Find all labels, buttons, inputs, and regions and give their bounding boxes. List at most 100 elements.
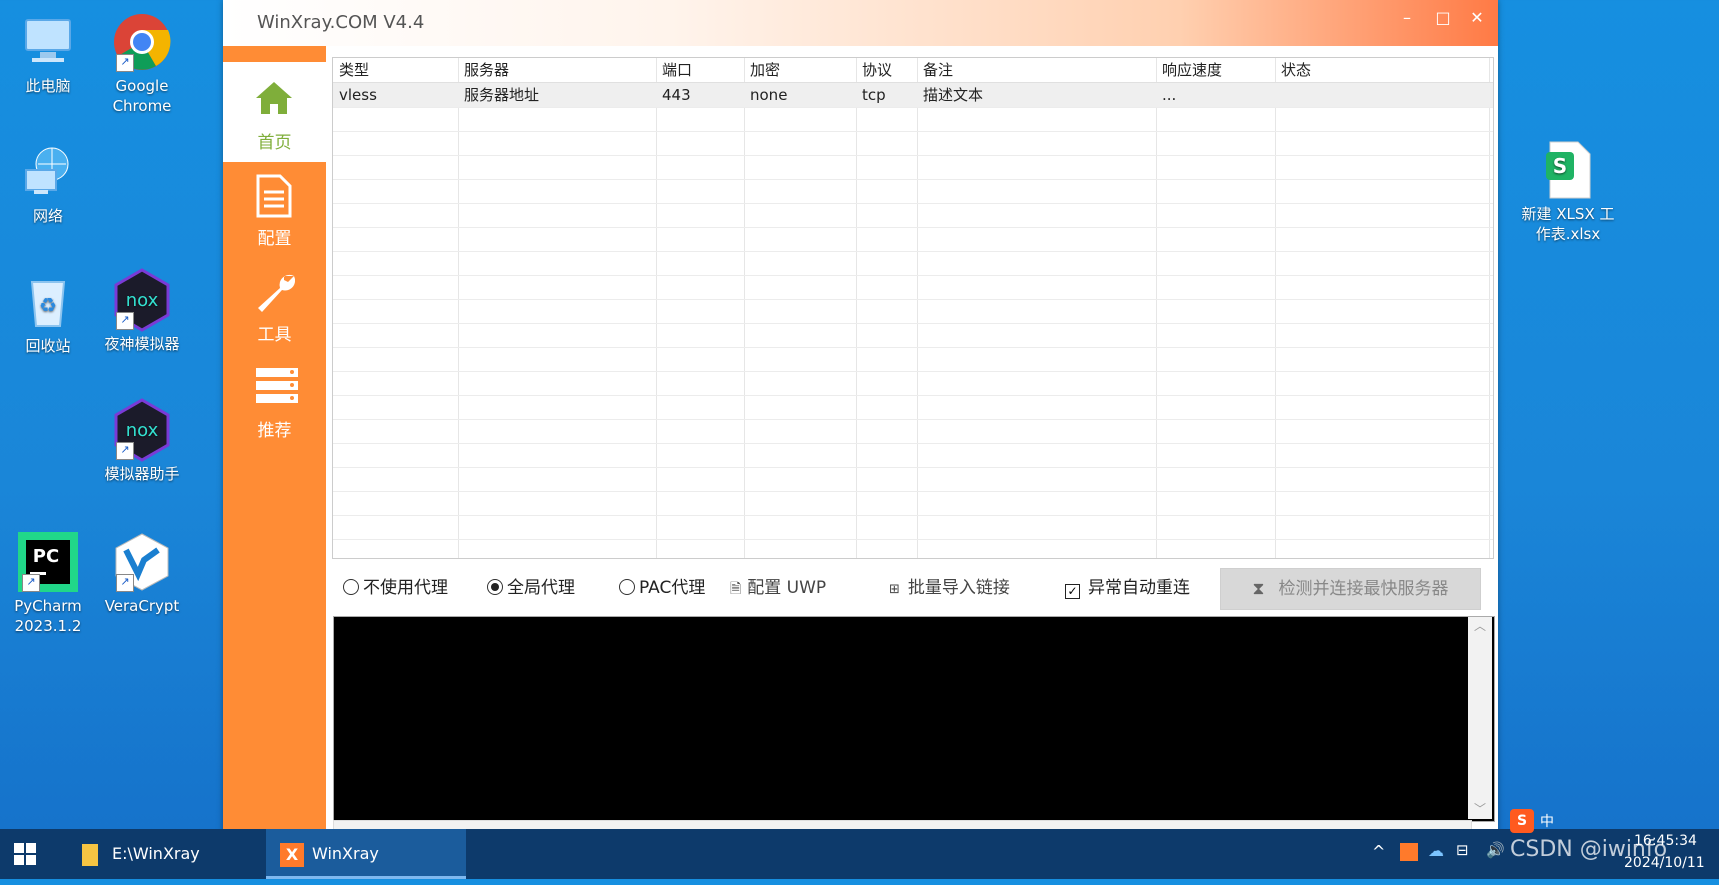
server-table[interactable]: 类型 服务器 端口 加密 协议 备注 响应速度 状态 vless 服务器地址 4…	[332, 57, 1494, 559]
cell-port: 443	[662, 86, 691, 104]
close-button[interactable]: ✕	[1463, 6, 1491, 30]
taskbar-item-explorer[interactable]: E:\WinXray	[70, 829, 272, 879]
svg-text:♻: ♻	[39, 293, 57, 317]
desktop-icon-chrome[interactable]: ↗ Google Chrome	[94, 10, 190, 116]
svg-text:nox: nox	[126, 290, 159, 311]
cell-type: vless	[339, 86, 377, 104]
maximize-button[interactable]: □	[1429, 6, 1457, 30]
start-button[interactable]	[14, 829, 48, 879]
table-row-empty	[333, 155, 1493, 180]
test-fastest-server-button[interactable]: ⧗ 检测并连接最快服务器	[1220, 568, 1481, 610]
taskbar-item-winxray[interactable]: X WinXray	[266, 829, 466, 879]
shortcut-arrow-icon: ↗	[116, 442, 134, 460]
svg-text:nox: nox	[126, 420, 159, 441]
console-vertical-scrollbar[interactable]: ︿ ﹀	[1468, 617, 1492, 819]
desktop-icon-nox[interactable]: nox ↗ 夜神模拟器	[94, 268, 190, 354]
veracrypt-icon: ↗	[110, 530, 174, 594]
radio-no-proxy[interactable]: 不使用代理	[343, 576, 448, 600]
column-header-latency[interactable]: 响应速度	[1156, 58, 1275, 82]
scroll-up-icon[interactable]: ︿	[1468, 617, 1492, 634]
nox-icon: nox ↗	[110, 268, 174, 332]
computer-icon	[16, 10, 80, 74]
desktop-icon-label: 此电脑	[25, 77, 71, 95]
chrome-icon: ↗	[110, 10, 174, 74]
ime-mode-label[interactable]: 中	[1540, 811, 1554, 831]
table-row-empty	[333, 299, 1493, 324]
sidebar-item-recommend[interactable]: 推荐	[223, 350, 326, 450]
desktop-icon-veracrypt[interactable]: ↗ VeraCrypt	[94, 530, 190, 616]
desktop-icon-xlsx[interactable]: S 新建 XLSX 工 作表.xlsx	[1518, 138, 1618, 244]
volume-icon[interactable]: 🔊	[1486, 841, 1505, 859]
folder-icon	[82, 843, 98, 866]
desktop-icon-network[interactable]: 网络	[0, 140, 96, 226]
column-header-type[interactable]: 类型	[333, 58, 458, 82]
onedrive-cloud-icon[interactable]: ☁	[1428, 841, 1444, 860]
network-icon[interactable]: ⊟	[1456, 841, 1469, 859]
shortcut-arrow-icon: ↗	[116, 54, 134, 72]
column-header-remark[interactable]: 备注	[917, 58, 1156, 82]
radio-label: 全局代理	[507, 578, 575, 598]
winxray-tray-icon[interactable]	[1400, 843, 1418, 861]
chevron-up-icon[interactable]: ^	[1372, 842, 1385, 861]
desktop-icon-recycle-bin[interactable]: ♻ 回收站	[0, 270, 96, 356]
svg-text:PC: PC	[33, 546, 59, 567]
button-label: 检测并连接最快服务器	[1278, 579, 1449, 599]
desktop-icon-nox-helper[interactable]: nox ↗ 模拟器助手	[94, 398, 190, 484]
table-row-empty	[333, 491, 1493, 516]
sidebar-item-home[interactable]: 首页	[223, 62, 326, 162]
radio-global-proxy[interactable]: 全局代理	[487, 576, 575, 600]
checkbox-label: 异常自动重连	[1088, 578, 1190, 598]
desktop-icon-label: 网络	[32, 207, 63, 225]
cell-latency: ...	[1162, 86, 1177, 104]
desktop-icon-label: 夜神模拟器	[104, 335, 180, 353]
cell-status	[1275, 83, 1489, 107]
batch-import-button[interactable]: ⊞ 批量导入链接	[889, 576, 1010, 600]
table-row-empty	[333, 419, 1493, 444]
table-row-empty	[333, 371, 1493, 396]
scroll-down-icon[interactable]: ﹀	[1468, 800, 1492, 817]
config-uwp-button[interactable]: 🗎 配置 UWP	[730, 576, 826, 600]
sidebar-item-config[interactable]: 配置	[223, 158, 326, 258]
column-header-encryption[interactable]: 加密	[744, 58, 856, 82]
desktop-icon-label: 模拟器助手	[104, 465, 180, 483]
table-row-empty	[333, 275, 1493, 300]
table-row-empty	[333, 347, 1493, 372]
nox-helper-icon: nox ↗	[110, 398, 174, 462]
server-rack-icon	[256, 368, 298, 403]
sidebar-item-label: 推荐	[257, 421, 292, 441]
checkmark-icon: ✓	[1065, 584, 1080, 599]
system-tray: ^ ☁ ⊟ 🔊 S 中 16:45:34 2024/10/11 CSDN @iw…	[1370, 809, 1719, 879]
desktop-icon-label: PyCharm	[14, 597, 82, 615]
column-header-port[interactable]: 端口	[656, 58, 744, 82]
desktop-icon-label-line2: 2023.1.2	[14, 617, 82, 635]
column-header-protocol[interactable]: 协议	[856, 58, 917, 82]
radio-label: PAC代理	[639, 578, 706, 598]
minimize-button[interactable]: –	[1393, 6, 1421, 30]
hourglass-icon: ⧗	[1252, 579, 1265, 599]
column-header-status[interactable]: 状态	[1275, 58, 1489, 82]
auto-reconnect-checkbox[interactable]: ✓ 异常自动重连	[1065, 576, 1190, 600]
sidebar-item-tools[interactable]: 工具	[223, 254, 326, 354]
sogou-ime-icon[interactable]: S	[1510, 809, 1534, 833]
file-icon: 🗎	[730, 581, 742, 597]
log-console[interactable]	[333, 616, 1495, 822]
table-row[interactable]: vless 服务器地址 443 none tcp 描述文本 ...	[333, 83, 1493, 108]
sidebar-item-label: 工具	[257, 325, 292, 345]
desktop-icon-this-pc[interactable]: 此电脑	[0, 10, 96, 96]
table-header: 类型 服务器 端口 加密 协议 备注 响应速度 状态	[333, 58, 1493, 83]
wrench-icon	[258, 274, 296, 312]
desktop-icon-label: 回收站	[25, 337, 71, 355]
sidebar-item-label: 配置	[257, 229, 292, 249]
table-row-empty	[333, 251, 1493, 276]
table-row-empty	[333, 515, 1493, 540]
column-header-server[interactable]: 服务器	[458, 58, 656, 82]
table-row-empty	[333, 227, 1493, 252]
table-row-empty	[333, 323, 1493, 348]
network-globe-icon	[16, 140, 80, 204]
title-bar[interactable]: WinXray.COM V4.4 – □ ✕	[223, 0, 1498, 46]
desktop-icon-pycharm[interactable]: PC ↗ PyCharm 2023.1.2	[0, 530, 96, 636]
radio-pac-proxy[interactable]: PAC代理	[619, 576, 705, 600]
sidebar-item-label: 首页	[257, 133, 292, 153]
pycharm-icon: PC ↗	[16, 530, 80, 594]
shortcut-arrow-icon: ↗	[116, 574, 134, 592]
